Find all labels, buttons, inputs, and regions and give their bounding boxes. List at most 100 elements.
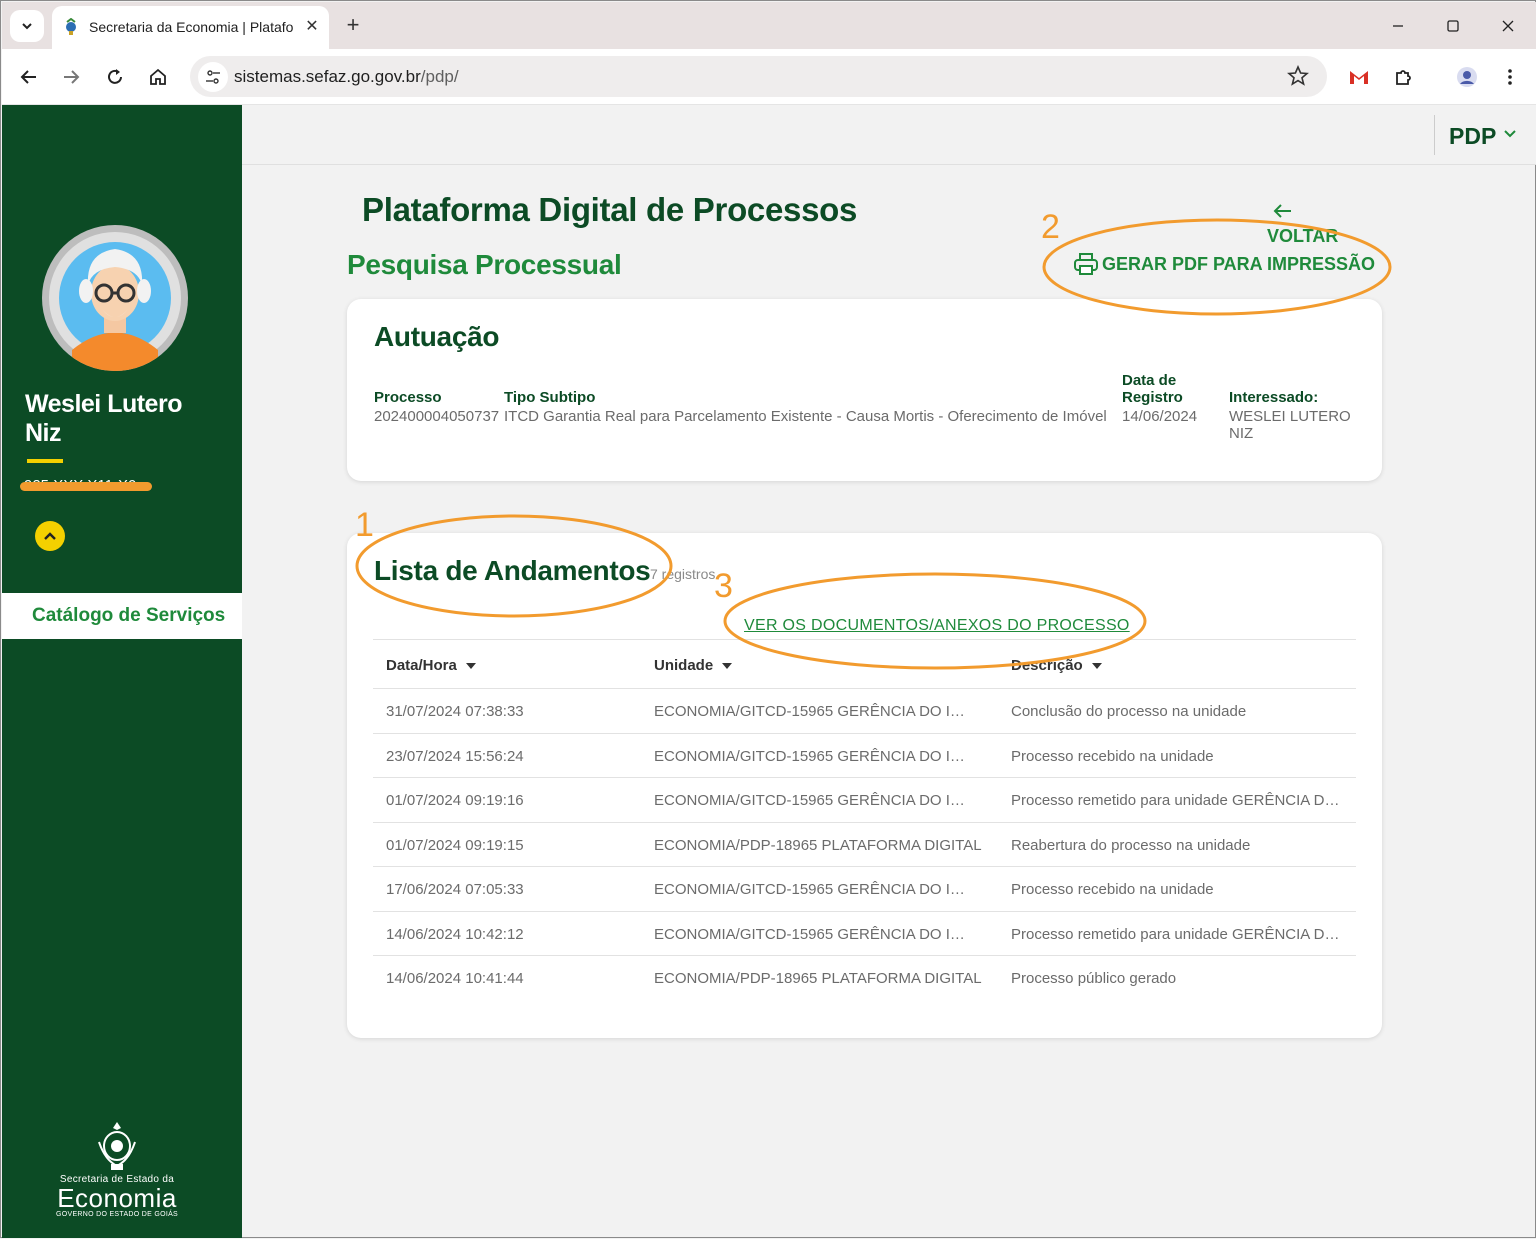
- view-documents-link[interactable]: VER OS DOCUMENTOS/ANEXOS DO PROCESSO: [744, 617, 1130, 635]
- maximize-button[interactable]: [1438, 11, 1468, 41]
- pdp-menu-button[interactable]: PDP: [1434, 115, 1536, 155]
- reload-button[interactable]: [101, 63, 129, 91]
- maximize-icon: [1447, 20, 1459, 32]
- goias-emblem-icon: [66, 18, 76, 35]
- cell-descricao: Reabertura do processo na unidade: [1011, 836, 1251, 854]
- cell-data-hora: 14/06/2024 10:41:44: [386, 970, 524, 987]
- cell-descricao: Processo público gerado: [1011, 970, 1177, 987]
- cell-data-hora: 01/07/2024 09:19:15: [386, 836, 524, 854]
- tab-search-button[interactable]: [10, 10, 44, 42]
- browser-window: Secretaria da Economia | Platafo ✕ + sis…: [0, 0, 1536, 1238]
- page-header: PDP: [242, 105, 1536, 165]
- table-row[interactable]: 17/06/2024 07:05:33 ECONOMIA/GITCD-15965…: [373, 867, 1356, 912]
- chevron-down-icon: [22, 23, 32, 30]
- sort-down-icon: [1091, 662, 1102, 669]
- cell-descricao: Processo recebido na unidade: [1011, 881, 1214, 898]
- andamentos-table: Data/Hora Unidade Descrição 31/07/2024 0…: [373, 639, 1356, 1001]
- cell-descricao: Processo remetido para unidade GERÊNCIA …: [1011, 925, 1341, 943]
- url-path: /pdp/: [420, 67, 459, 86]
- pdp-menu-label: PDP: [1449, 123, 1497, 149]
- window-close-button[interactable]: [1493, 11, 1523, 41]
- url-text: sistemas.sefaz.go.gov.br/pdp/: [234, 67, 459, 87]
- minimize-icon: [1393, 25, 1403, 27]
- close-icon[interactable]: ✕: [302, 16, 322, 36]
- interessado-label: Interessado:: [1229, 389, 1319, 406]
- table-row[interactable]: 01/07/2024 09:19:16 ECONOMIA/GITCD-15965…: [373, 778, 1356, 823]
- tab-title: Secretaria da Economia | Platafo: [89, 19, 294, 35]
- column-label: Descrição: [1011, 657, 1083, 674]
- autuacao-card: Autuação Processo 202400004050737 Tipo S…: [347, 299, 1382, 481]
- new-tab-button[interactable]: +: [340, 12, 366, 38]
- table-header: Data/Hora Unidade Descrição: [373, 639, 1356, 689]
- user-name: Weslei Lutero Niz: [25, 390, 182, 447]
- generate-pdf-label: GERAR PDF PARA IMPRESSÃO: [1102, 253, 1376, 274]
- record-count: 7 registros: [650, 566, 716, 582]
- annotation-number-2: 2: [1041, 208, 1060, 246]
- sidebar-item-catalogo[interactable]: Catálogo de Serviços: [2, 593, 242, 639]
- tune-icon: [206, 70, 220, 84]
- cell-data-hora: 01/07/2024 09:19:16: [386, 792, 524, 809]
- generate-pdf-button[interactable]: GERAR PDF PARA IMPRESSÃO: [1073, 251, 1375, 277]
- url-host: sistemas.sefaz.go.gov.br: [234, 67, 421, 86]
- arrow-right-icon: [64, 70, 80, 84]
- chevron-up-icon: [44, 532, 56, 540]
- table-row[interactable]: 23/07/2024 15:56:24 ECONOMIA/GITCD-15965…: [373, 734, 1356, 778]
- gmail-extension[interactable]: [1345, 63, 1373, 91]
- interessado-value-1: WESLEI LUTERO: [1229, 408, 1351, 425]
- gmail-icon: [1350, 71, 1368, 84]
- page-title: Plataforma Digital de Processos: [362, 191, 858, 228]
- back-button[interactable]: [15, 63, 43, 91]
- brand-line2: Economia: [57, 1183, 177, 1213]
- reload-icon: [108, 69, 122, 84]
- table-row[interactable]: 01/07/2024 09:19:15 ECONOMIA/PDP-18965 P…: [373, 823, 1356, 867]
- browser-tab[interactable]: Secretaria da Economia | Platafo ✕: [52, 6, 329, 50]
- table-row[interactable]: 31/07/2024 07:38:33 ECONOMIA/GITCD-15965…: [373, 689, 1356, 734]
- cell-unidade: ECONOMIA/GITCD-15965 GERÊNCIA DO IMPOSTO: [654, 792, 976, 809]
- forward-button[interactable]: [57, 63, 85, 91]
- bookmark-star-icon[interactable]: [1287, 65, 1309, 87]
- annotation-number-1: 1: [355, 506, 374, 544]
- more-vertical-icon: [1508, 69, 1512, 85]
- sort-down-icon: [722, 662, 733, 669]
- column-header-descricao[interactable]: Descrição: [1011, 657, 1102, 674]
- cell-descricao: Conclusão do processo na unidade: [1011, 703, 1247, 720]
- table-row[interactable]: 14/06/2024 10:41:44 ECONOMIA/PDP-18965 P…: [373, 956, 1356, 1001]
- address-bar[interactable]: sistemas.sefaz.go.gov.br/pdp/: [190, 56, 1327, 97]
- secretaria-logo: Secretaria de Estado da Economia GOVERNO…: [32, 1120, 202, 1218]
- cell-unidade: ECONOMIA/GITCD-15965 GERÊNCIA DO IMPOSTO: [654, 925, 976, 943]
- annotation-number-3: 3: [714, 567, 733, 605]
- minimize-button[interactable]: [1383, 11, 1413, 41]
- cell-unidade: ECONOMIA/GITCD-15965 GERÊNCIA DO IMPOSTO: [654, 703, 976, 720]
- sidebar: Weslei Lutero Niz 925.XXX.X11-X0 Catálog…: [2, 105, 242, 1238]
- puzzle-icon: [1396, 70, 1411, 85]
- collapse-profile-button[interactable]: [35, 521, 65, 551]
- close-icon: [1502, 20, 1514, 32]
- column-header-data-hora[interactable]: Data/Hora: [386, 657, 476, 674]
- cell-unidade: ECONOMIA/GITCD-15965 GERÊNCIA DO IMPOSTO: [654, 747, 976, 765]
- cell-unidade: ECONOMIA/PDP-18965 PLATAFORMA DIGITAL: [654, 970, 982, 987]
- data-registro-label-1: Data de: [1122, 372, 1177, 389]
- redaction-mark: [20, 482, 152, 491]
- interessado-value-2: NIZ: [1229, 425, 1254, 442]
- cell-data-hora: 17/06/2024 07:05:33: [386, 881, 524, 898]
- profile-button[interactable]: [1453, 63, 1481, 91]
- cell-descricao: Processo recebido na unidade: [1011, 747, 1214, 765]
- home-button[interactable]: [144, 63, 172, 91]
- browser-menu-button[interactable]: [1496, 63, 1524, 91]
- cell-unidade: ECONOMIA/PDP-18965 PLATAFORMA DIGITAL: [654, 836, 982, 854]
- autuacao-title: Autuação: [374, 321, 500, 352]
- column-header-unidade[interactable]: Unidade: [654, 657, 733, 674]
- cell-unidade: ECONOMIA/GITCD-15965 GERÊNCIA DO IMPOSTO: [654, 881, 976, 898]
- site-info-button[interactable]: [198, 62, 228, 92]
- extensions-button[interactable]: [1389, 63, 1417, 91]
- section-subtitle: Pesquisa Processual: [347, 249, 622, 280]
- table-row[interactable]: 14/06/2024 10:42:12 ECONOMIA/GITCD-15965…: [373, 912, 1356, 956]
- arrow-left-icon: [1273, 204, 1291, 218]
- andamentos-title: Lista de Andamentos: [374, 555, 651, 586]
- processo-label: Processo: [374, 389, 442, 406]
- processo-value: 202400004050737: [374, 408, 500, 425]
- tab-bar: Secretaria da Economia | Platafo ✕ +: [2, 2, 1536, 50]
- tipo-label: Tipo Subtipo: [504, 389, 596, 406]
- browser-toolbar: sistemas.sefaz.go.gov.br/pdp/: [2, 49, 1536, 105]
- data-registro-label-2: Registro: [1122, 389, 1183, 406]
